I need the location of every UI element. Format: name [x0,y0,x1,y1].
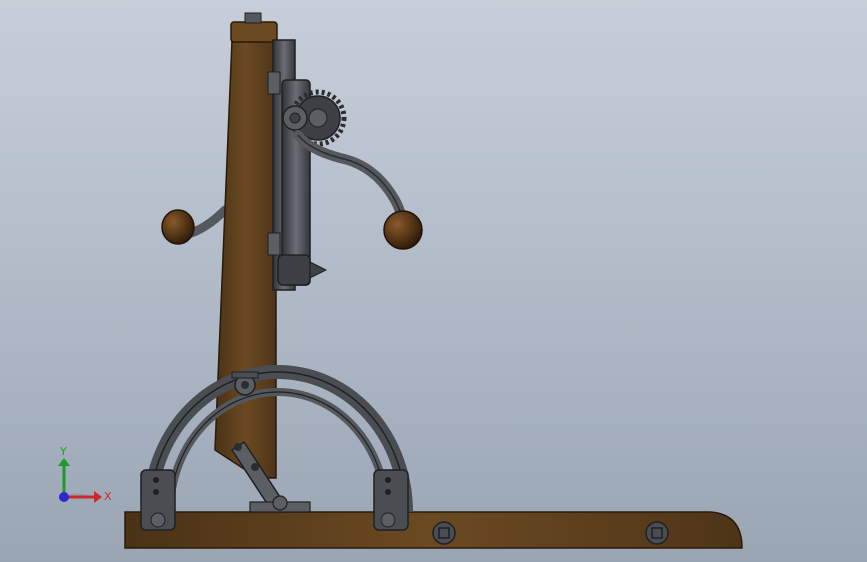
triad-y-label: Y [59,445,67,458]
base-screw-left [432,521,456,545]
drill-press-model[interactable]: Y X [0,0,867,562]
cad-viewport[interactable]: Y X [0,0,867,562]
column-cap-bolt [244,12,262,24]
base-screw-right [645,521,669,545]
arc-foot-right [373,469,409,531]
spindle-chuck [277,254,311,286]
rail-bracket-bottom [267,232,281,256]
rail-bracket-top [267,71,281,95]
triad-x-label: X [104,490,112,503]
back-handle-knob [161,209,195,245]
column-cap [230,21,278,43]
arc-foot-left [140,469,176,531]
pivot-hub-center [289,112,301,124]
drill-bit [309,261,328,279]
crank-handle-knob [383,210,423,250]
xyz-reference-triad-icon: Y X [58,445,112,503]
